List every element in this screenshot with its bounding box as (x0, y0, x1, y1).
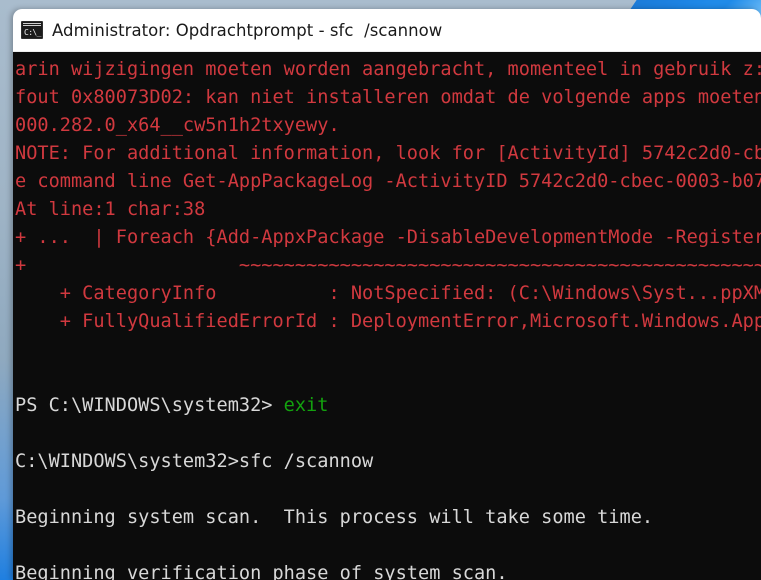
console-line: At line:1 char:38 (15, 196, 761, 224)
console-line-text: arin wijzigingen moeten worden aangebrac… (15, 59, 761, 80)
console-line: + FullyQualifiedErrorId : DeploymentErro… (15, 308, 761, 336)
console-line: + ... | Foreach {Add-AppxPackage -Disabl… (15, 224, 761, 252)
console-line: fout 0x80073D02: kan niet installeren om… (15, 84, 761, 112)
window-title: Administrator: Opdrachtprompt - sfc /sca… (52, 20, 443, 40)
console-output-area[interactable]: arin wijzigingen moeten worden aangebrac… (13, 52, 761, 580)
console-icon-prompt-glyph: C:\_ (24, 28, 41, 37)
console-line: 000.282.0_x64__cw5n1h2txyewy. (15, 112, 761, 140)
console-line-text: + FullyQualifiedErrorId : DeploymentErro… (15, 311, 761, 332)
console-window[interactable]: C:\_ Administrator: Opdrachtprompt - sfc… (13, 9, 761, 580)
console-line-text: + ~~~~~~~~~~~~~~~~~~~~~~~~~~~~~~~~~~~~~~… (15, 255, 761, 276)
console-line-text: 000.282.0_x64__cw5n1h2txyewy. (15, 115, 340, 136)
console-line-text: + CategoryInfo : NotSpecified: (C:\Windo… (15, 283, 761, 304)
console-icon: C:\_ (21, 21, 43, 39)
console-line-text: C:\WINDOWS\system32>sfc /scannow (15, 451, 374, 472)
console-line: PS C:\WINDOWS\system32> exit (15, 392, 761, 420)
console-line: + ~~~~~~~~~~~~~~~~~~~~~~~~~~~~~~~~~~~~~~… (15, 252, 761, 280)
console-line-text: e command line Get-AppPackageLog -Activi… (15, 171, 761, 192)
console-line-text: PS C:\WINDOWS\system32> (15, 395, 284, 416)
console-line: arin wijzigingen moeten worden aangebrac… (15, 56, 761, 84)
console-line-text: fout 0x80073D02: kan niet installeren om… (15, 87, 761, 108)
console-line-list: arin wijzigingen moeten worden aangebrac… (15, 56, 761, 580)
console-line-text: NOTE: For additional information, look f… (15, 143, 761, 164)
console-line: Beginning system scan. This process will… (15, 504, 761, 532)
console-icon-titlebar-stripe (23, 23, 41, 27)
console-line: e command line Get-AppPackageLog -Activi… (15, 168, 761, 196)
console-line-text: Beginning verification phase of system s… (15, 563, 508, 580)
console-line: Beginning verification phase of system s… (15, 560, 761, 580)
console-line-text: At line:1 char:38 (15, 199, 206, 220)
console-line-text: Beginning system scan. This process will… (15, 507, 654, 528)
console-line: C:\WINDOWS\system32>sfc /scannow (15, 448, 761, 476)
window-titlebar[interactable]: C:\_ Administrator: Opdrachtprompt - sfc… (13, 9, 761, 52)
console-line: NOTE: For additional information, look f… (15, 140, 761, 168)
console-line-text: + ... | Foreach {Add-AppxPackage -Disabl… (15, 227, 761, 248)
console-line: + CategoryInfo : NotSpecified: (C:\Windo… (15, 280, 761, 308)
desktop-background: C:\_ Administrator: Opdrachtprompt - sfc… (0, 0, 761, 580)
console-command-text: exit (283, 395, 329, 416)
